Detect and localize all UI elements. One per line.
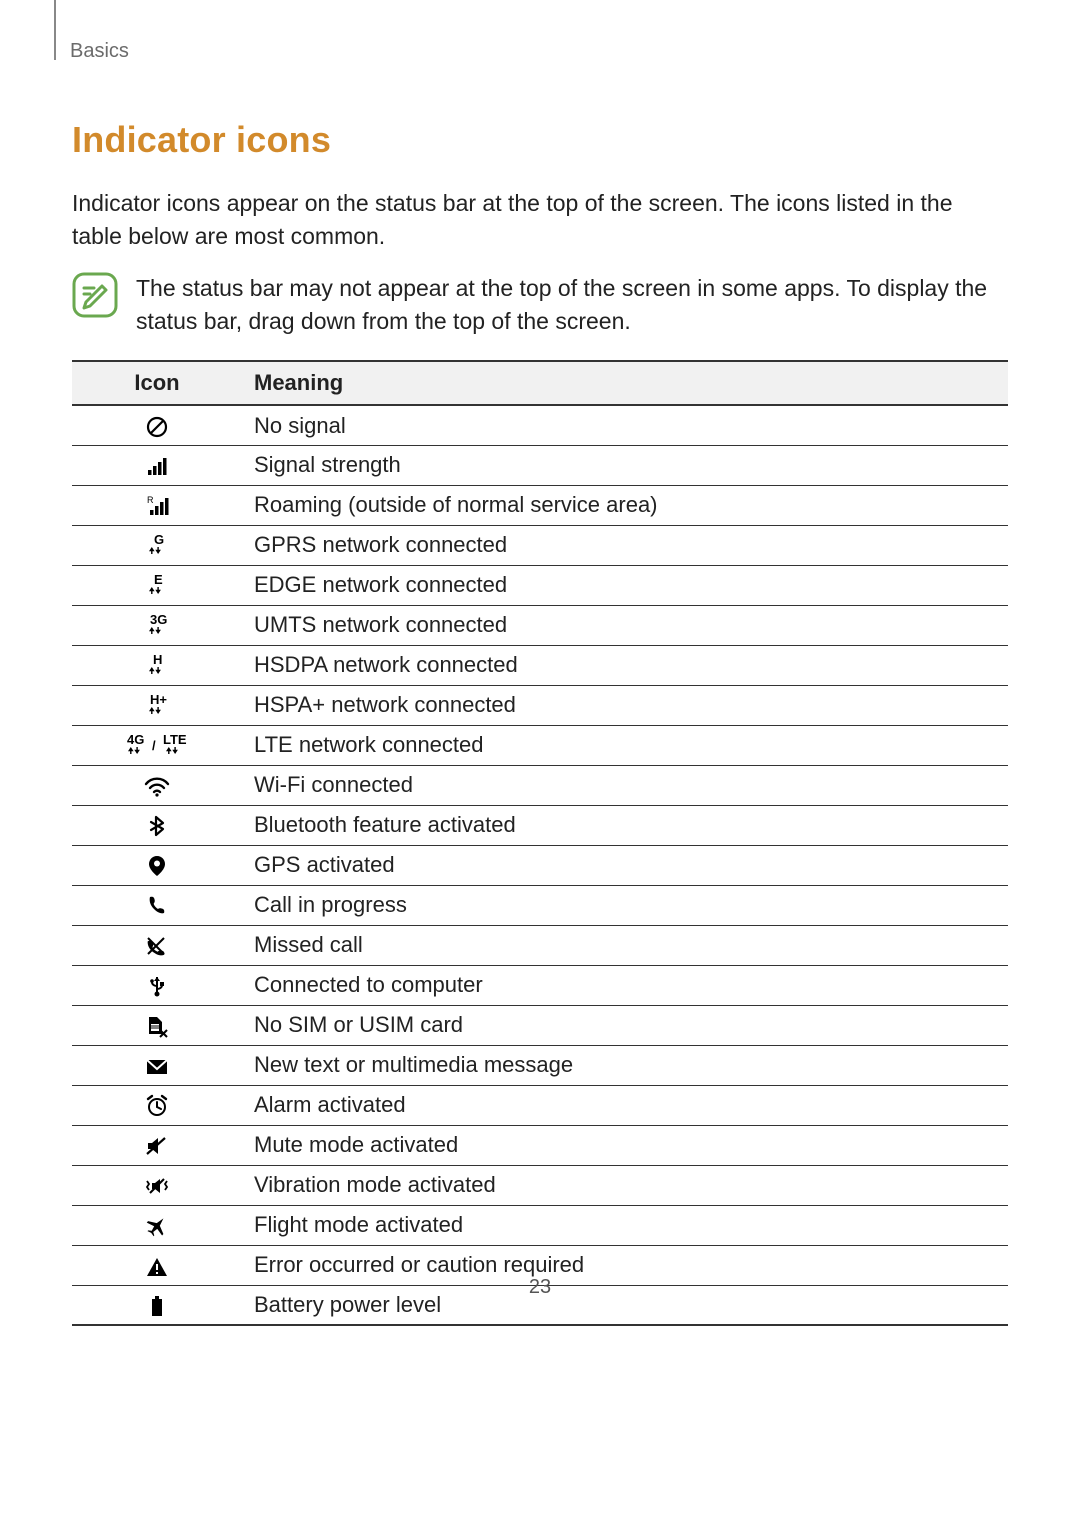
gprs-icon: G [72,525,242,565]
meaning-cell: Vibration mode activated [242,1165,1008,1205]
meaning-cell: Bluetooth feature activated [242,805,1008,845]
missed-call-icon [72,925,242,965]
svg-text:G: G [154,534,164,547]
meaning-cell: No signal [242,405,1008,445]
hsdpa-icon: H [72,645,242,685]
wifi-icon [72,765,242,805]
signal-icon [72,445,242,485]
svg-text:H+: H+ [150,694,167,707]
alarm-icon [72,1085,242,1125]
message-icon [72,1045,242,1085]
meaning-cell: Missed call [242,925,1008,965]
table-row: H HSDPA network connected [72,645,1008,685]
vibration-icon [72,1165,242,1205]
hspa-plus-icon: H+ [72,685,242,725]
svg-text:3G: 3G [150,614,167,627]
breadcrumb: Basics [70,40,1008,63]
bluetooth-icon [72,805,242,845]
meaning-cell: Flight mode activated [242,1205,1008,1245]
edge-icon: E [72,565,242,605]
meaning-cell: Wi-Fi connected [242,765,1008,805]
table-row: No signal [72,405,1008,445]
svg-text:E: E [154,574,163,587]
meaning-cell: HSPA+ network connected [242,685,1008,725]
table-row: Call in progress [72,885,1008,925]
header-divider [54,0,56,60]
usb-icon [72,965,242,1005]
svg-text:LTE: LTE [163,734,187,747]
roaming-icon [72,485,242,525]
table-row: Flight mode activated [72,1205,1008,1245]
table-row: GPS activated [72,845,1008,885]
table-row: Roaming (outside of normal service area) [72,485,1008,525]
flight-mode-icon [72,1205,242,1245]
table-header-meaning: Meaning [242,361,1008,405]
umts-icon: 3G [72,605,242,645]
indicator-icons-table: Icon Meaning No signal Signal strength R… [72,360,1008,1326]
table-row: No SIM or USIM card [72,1005,1008,1045]
meaning-cell: Signal strength [242,445,1008,485]
meaning-cell: No SIM or USIM card [242,1005,1008,1045]
mute-icon [72,1125,242,1165]
table-row: E EDGE network connected [72,565,1008,605]
note-icon [72,272,118,318]
table-row: Signal strength [72,445,1008,485]
meaning-cell: HSDPA network connected [242,645,1008,685]
table-row: Connected to computer [72,965,1008,1005]
meaning-cell: Call in progress [242,885,1008,925]
meaning-cell: LTE network connected [242,725,1008,765]
table-row: 3G UMTS network connected [72,605,1008,645]
no-signal-icon [72,405,242,445]
table-row: H+ HSPA+ network connected [72,685,1008,725]
svg-text:H: H [153,654,162,667]
meaning-cell: GPS activated [242,845,1008,885]
table-row: Wi-Fi connected [72,765,1008,805]
meaning-cell: New text or multimedia message [242,1045,1008,1085]
no-sim-icon [72,1005,242,1045]
note-text: The status bar may not appear at the top… [136,272,1008,339]
lte-icon: 4G / LTE [72,725,242,765]
table-row: Vibration mode activated [72,1165,1008,1205]
table-row: New text or multimedia message [72,1045,1008,1085]
meaning-cell: EDGE network connected [242,565,1008,605]
svg-text:4G: 4G [127,734,144,747]
page: Basics Indicator icons Indicator icons a… [0,0,1080,1527]
table-row: 4G / LTE LTE network connected [72,725,1008,765]
meaning-cell: Alarm activated [242,1085,1008,1125]
meaning-cell: Mute mode activated [242,1125,1008,1165]
meaning-cell: Roaming (outside of normal service area) [242,485,1008,525]
call-icon [72,885,242,925]
table-row: Alarm activated [72,1085,1008,1125]
table-row: G GPRS network connected [72,525,1008,565]
intro-text: Indicator icons appear on the status bar… [72,187,1008,254]
table-header-icon: Icon [72,361,242,405]
note-block: The status bar may not appear at the top… [72,272,1008,339]
svg-text:/: / [152,738,156,753]
page-title: Indicator icons [72,119,1008,161]
meaning-cell: Connected to computer [242,965,1008,1005]
meaning-cell: UMTS network connected [242,605,1008,645]
table-row: Mute mode activated [72,1125,1008,1165]
gps-icon [72,845,242,885]
page-number: 23 [0,1276,1080,1299]
meaning-cell: GPRS network connected [242,525,1008,565]
table-row: Bluetooth feature activated [72,805,1008,845]
table-row: Missed call [72,925,1008,965]
